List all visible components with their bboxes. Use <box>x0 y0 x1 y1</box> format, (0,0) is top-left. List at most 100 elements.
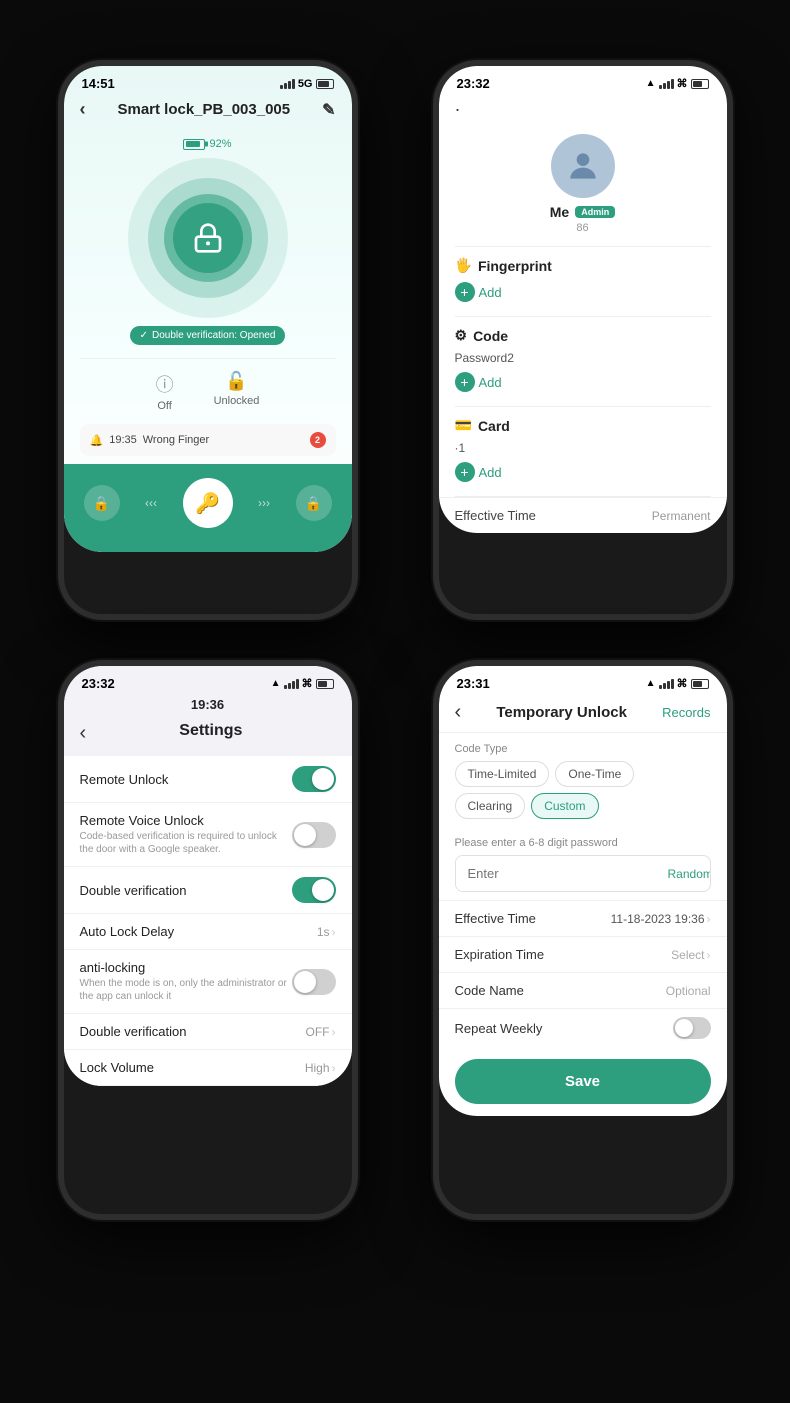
setting-label-1: Remote Voice Unlock <box>80 813 292 828</box>
card-add-btn[interactable]: + Add <box>455 458 711 486</box>
repeat-weekly-row: Repeat Weekly <box>439 1008 727 1047</box>
code-add-btn[interactable]: + Add <box>455 368 711 396</box>
fingerprint-section: 🖐 Fingerprint + Add <box>439 247 727 316</box>
signal-icon-3 <box>284 679 299 689</box>
effective-time-form-row[interactable]: Effective Time 11-18-2023 19:36 › <box>439 900 727 936</box>
right-arrows: ››› <box>258 496 270 510</box>
setting-lock-volume[interactable]: Lock Volume High › <box>64 1050 352 1086</box>
wifi-icon-4: ⌘ <box>677 677 688 690</box>
lock-icon-circle[interactable] <box>173 203 243 273</box>
alert-msg: Wrong Finger <box>143 434 209 446</box>
code-icon: ⚙ <box>455 327 468 344</box>
double-verify-badge: ✓ Double verification: Opened <box>130 326 286 345</box>
code-type-custom[interactable]: Custom <box>531 793 598 819</box>
settings-list: Remote Unlock Remote Voice Unlock Code-b… <box>64 756 352 1086</box>
off-icon: ⓘ <box>156 371 174 397</box>
signal-icon-2 <box>659 79 674 89</box>
setting-desc-4: When the mode is on, only the administra… <box>80 977 292 1003</box>
setting-double-verify: Double verification <box>64 867 352 914</box>
key-center-btn[interactable]: 🔑 <box>183 478 233 528</box>
save-button[interactable]: Save <box>455 1059 711 1104</box>
wifi-icon: ⌘ <box>677 77 688 90</box>
battery-pct: 92% <box>209 138 231 150</box>
setting-double-verify-val[interactable]: Double verification OFF › <box>64 1014 352 1050</box>
tempunlock-header: ‹ Temporary Unlock Records <box>439 695 727 733</box>
fingerprint-icon: 🖐 <box>455 257 472 274</box>
setting-value-5: OFF › <box>306 1025 336 1039</box>
toggle-double-verify[interactable] <box>292 877 336 903</box>
effective-time-label: Effective Time <box>455 508 536 523</box>
battery-icon-3 <box>316 679 334 689</box>
code-type-clearing[interactable]: Clearing <box>455 793 526 819</box>
admin-badge: Admin <box>575 206 615 218</box>
card-label: Card <box>478 418 510 434</box>
alert-left: 🔔 19:35 Wrong Finger <box>90 434 210 447</box>
inner-time: 19:36 <box>64 695 352 714</box>
lock-right-btn[interactable]: 🔒 <box>296 485 332 521</box>
alert-row: 🔔 19:35 Wrong Finger 2 <box>80 424 336 456</box>
code-type-one-time[interactable]: One-Time <box>555 761 634 787</box>
toggle-remote-unlock[interactable] <box>292 766 336 792</box>
unlocked-item[interactable]: 🔓 Unlocked <box>214 371 260 412</box>
edit-button[interactable]: ✎ <box>322 100 335 120</box>
code-type-buttons: Time-Limited One-Time Clearing Custom <box>455 761 711 819</box>
status-icons-2: ▲ ⌘ <box>646 77 709 90</box>
expiration-time-form-row[interactable]: Expiration Time Select › <box>439 936 727 972</box>
battery-icon <box>316 79 334 89</box>
settings-title: Settings <box>86 718 335 748</box>
lock-area: 92% <box>64 128 352 350</box>
signal-icon-4 <box>659 679 674 689</box>
tempunlock-title: Temporary Unlock <box>496 704 627 721</box>
expiration-time-label: Expiration Time <box>455 947 545 962</box>
avatar <box>551 134 615 198</box>
fingerprint-add-btn[interactable]: + Add <box>455 278 711 306</box>
settings-back-btn[interactable]: ‹ <box>80 722 87 745</box>
setting-label-2: Double verification <box>80 883 292 898</box>
nav-dot: · <box>455 99 461 120</box>
toggle-anti-locking[interactable] <box>292 969 336 995</box>
setting-auto-lock[interactable]: Auto Lock Delay 1s › <box>64 914 352 950</box>
card-header: 💳 Card <box>455 417 711 434</box>
network-type: 5G <box>298 78 313 90</box>
status-time-2: 23:32 <box>457 76 490 91</box>
password-label: Please enter a 6-8 digit password <box>455 837 711 849</box>
status-time-4: 23:31 <box>457 676 490 691</box>
profile-count: 86 <box>576 222 588 234</box>
bell-icon: 🔔 <box>90 434 104 447</box>
toggle-voice-unlock[interactable] <box>292 822 336 848</box>
code-add-label: Add <box>479 375 502 390</box>
password-input[interactable] <box>456 856 656 891</box>
expiration-time-value: Select › <box>671 948 710 962</box>
chevron-6: › <box>332 1061 336 1075</box>
settings-nav: ‹ Settings <box>64 714 352 756</box>
code-name-form-row[interactable]: Code Name Optional <box>439 972 727 1008</box>
toggle-repeat-weekly[interactable] <box>673 1017 711 1039</box>
battery-label: 92% <box>183 138 231 150</box>
records-link[interactable]: Records <box>662 705 710 720</box>
code-type-time-limited[interactable]: Time-Limited <box>455 761 550 787</box>
card-icon: 💳 <box>455 417 472 434</box>
card-add-label: Add <box>479 465 502 480</box>
lock-glow-container <box>128 158 288 318</box>
tempunlock-back-btn[interactable]: ‹ <box>455 701 462 724</box>
battery-icon-4 <box>691 679 709 689</box>
status-time-1: 14:51 <box>82 76 115 91</box>
location-icon-3: ▲ <box>271 678 281 689</box>
lock-left-btn[interactable]: 🔒 <box>84 485 120 521</box>
code-item: Password2 <box>455 348 711 368</box>
left-arrows: ‹‹‹ <box>145 496 157 510</box>
unlocked-icon: 🔓 <box>225 371 247 392</box>
code-type-section: Code Type Time-Limited One-Time Clearing… <box>439 733 727 837</box>
code-label: Code <box>473 328 508 344</box>
back-button[interactable]: ‹ <box>80 99 86 120</box>
off-item[interactable]: ⓘ Off <box>156 371 174 412</box>
chevron-5: › <box>332 1025 336 1039</box>
effective-time-form-label: Effective Time <box>455 911 536 926</box>
setting-label-4: anti-locking <box>80 960 292 975</box>
code-type-label: Code Type <box>455 743 711 755</box>
password-section: Please enter a 6-8 digit password Random <box>439 837 727 900</box>
add-icon-3: + <box>455 462 475 482</box>
random-button[interactable]: Random <box>656 859 711 889</box>
phone1-header: ‹ Smart lock_PB_003_005 ✎ <box>64 95 352 128</box>
alert-count: 2 <box>315 435 320 445</box>
